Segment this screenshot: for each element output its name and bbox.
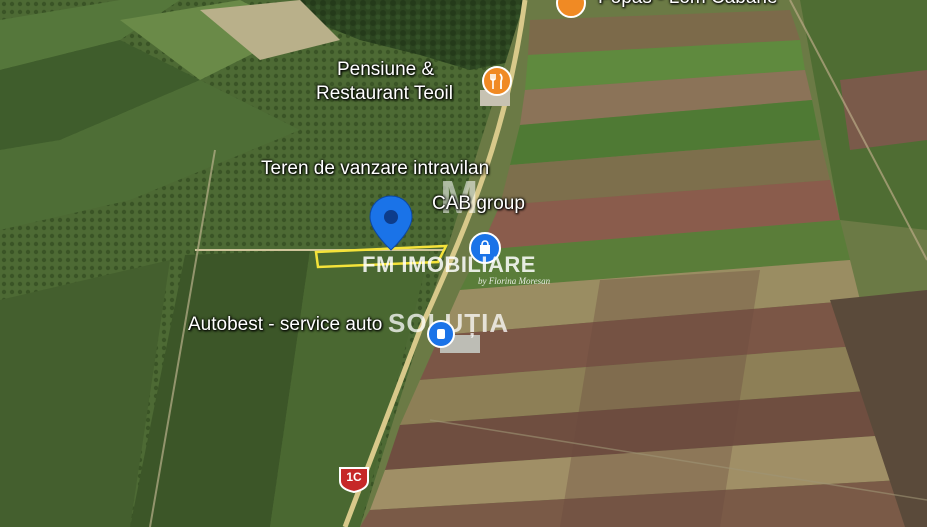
service-marker[interactable]	[427, 320, 455, 348]
restaurant-label-line1: Pensiune &	[337, 59, 435, 80]
restaurant-label-line2: Restaurant Teoil	[316, 83, 453, 104]
restaurant-marker[interactable]	[482, 66, 512, 96]
top-poi-label: Popas - Lom Cabane	[598, 0, 778, 10]
watermark-brand: FM IMOBILIARE	[362, 252, 536, 277]
watermark-byline: by Florina Moresan	[478, 276, 551, 286]
fork-knife-icon	[490, 73, 503, 89]
location-pin-marker[interactable]	[367, 194, 415, 252]
location-pin-icon	[369, 195, 413, 251]
service-label: Autobest - service auto	[188, 314, 383, 335]
route-shield[interactable]: 1C	[337, 465, 371, 493]
cab-group-label: CAB group	[432, 193, 525, 214]
car-service-icon	[437, 329, 445, 339]
route-shield-label: 1C	[346, 470, 362, 484]
